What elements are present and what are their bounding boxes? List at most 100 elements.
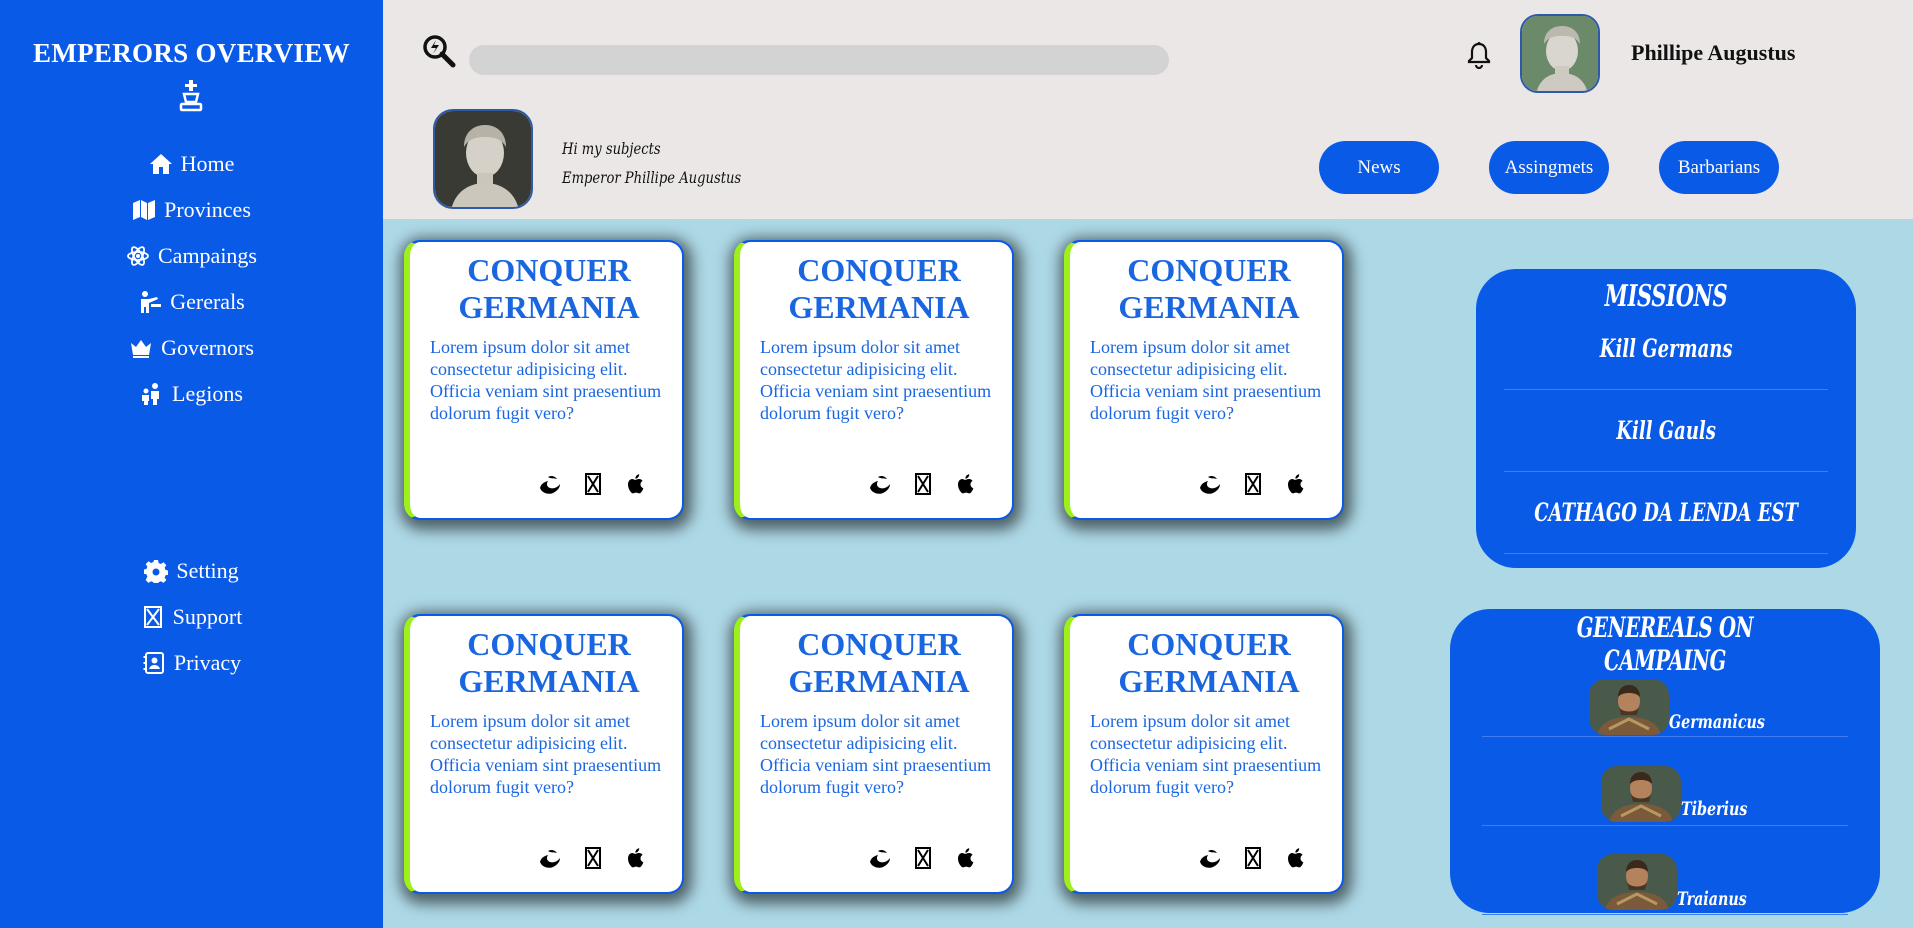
general-item[interactable]: Traianus — [1482, 826, 1848, 915]
sidebar-item-gererals[interactable]: Gererals — [0, 279, 383, 325]
edge-icon[interactable] — [1198, 472, 1222, 500]
card-title: CONQUER GERMANIA — [1118, 626, 1300, 699]
search-icon[interactable] — [422, 34, 456, 68]
missions-title: MISSIONS — [1604, 279, 1728, 314]
edge-icon[interactable] — [1198, 846, 1222, 874]
sidebar-item-provinces[interactable]: Provinces — [0, 187, 383, 233]
card-body: Lorem ipsum dolor sit amet consectetur a… — [1090, 711, 1322, 797]
card-body: Lorem ipsum dolor sit amet consectetur a… — [430, 337, 662, 423]
mission-card[interactable]: CONQUER GERMANIA Lorem ipsum dolor sit am… — [404, 614, 684, 894]
mission-item[interactable]: Kill Germans — [1504, 308, 1828, 390]
box-x-icon[interactable] — [581, 846, 605, 874]
card-actions — [868, 846, 978, 874]
app-title: EMPERORS OVERVIEW — [33, 38, 350, 68]
mission-label: CATHAGO DA LENDA EST — [1534, 498, 1798, 527]
mission-card[interactable]: CONQUER GERMANIA Lorem ipsum dolor sit am… — [1064, 240, 1344, 520]
apple-icon[interactable] — [1284, 472, 1308, 500]
general-photo — [1589, 679, 1669, 735]
box-x-icon[interactable] — [581, 472, 605, 500]
box-x-icon[interactable] — [1241, 846, 1265, 874]
sidebar-item-label: Provinces — [164, 197, 251, 222]
sidebar-item-label: Setting — [176, 558, 239, 583]
card-title: CONQUER GERMANIA — [788, 252, 970, 325]
card-title: CONQUER GERMANIA — [458, 252, 640, 325]
generals-panel: GENEREALS ON CAMPAING Germanicus Tiberiu… — [1450, 609, 1880, 915]
sidebar: EMPERORS OVERVIEW Home Provinces Campain… — [0, 0, 383, 928]
general-name: Germanicus — [1669, 711, 1765, 733]
welcome-message: Hi my subjects Emperor Phillipe Augustus — [562, 134, 741, 192]
person-chalkboard-icon — [141, 291, 162, 313]
people-group-icon — [142, 383, 160, 405]
crown-icon — [131, 340, 152, 358]
card-actions — [538, 472, 648, 500]
missions-list: Kill Germans Kill Gauls CATHAGO DA LENDA… — [1476, 308, 1856, 554]
support-box-icon — [143, 606, 162, 628]
apple-icon[interactable] — [954, 472, 978, 500]
box-x-icon[interactable] — [1241, 472, 1265, 500]
sidebar-item-governors[interactable]: Governors — [0, 325, 383, 371]
welcome-line: Hi my subjects — [562, 139, 661, 158]
generals-title: GENEREALS ON CAMPAING — [1576, 611, 1754, 677]
sidebar-item-privacy[interactable]: Privacy — [0, 640, 383, 686]
apple-icon[interactable] — [624, 472, 648, 500]
sidebar-item-label: Gererals — [170, 289, 245, 314]
sidebar-item-legions[interactable]: Legions — [0, 371, 383, 417]
map-icon — [133, 200, 156, 220]
emperor-portrait — [433, 109, 533, 209]
apple-icon[interactable] — [954, 846, 978, 874]
edge-icon[interactable] — [538, 472, 562, 500]
edge-icon[interactable] — [868, 846, 892, 874]
mission-card[interactable]: CONQUER GERMANIA Lorem ipsum dolor sit am… — [1064, 614, 1344, 894]
edge-icon[interactable] — [868, 472, 892, 500]
news-button[interactable]: News — [1319, 141, 1439, 194]
mission-label: Kill Gauls — [1616, 416, 1716, 445]
bell-icon[interactable] — [1466, 41, 1492, 69]
home-icon — [149, 154, 172, 174]
mission-item[interactable]: CATHAGO DA LENDA EST — [1504, 472, 1828, 554]
general-item[interactable]: Germanicus — [1482, 677, 1848, 737]
box-x-icon[interactable] — [911, 472, 935, 500]
box-x-icon[interactable] — [911, 846, 935, 874]
avatar[interactable] — [1520, 14, 1600, 93]
user-name[interactable]: Phillipe Augustus — [1631, 40, 1795, 66]
assignments-button[interactable]: Assingmets — [1489, 141, 1609, 194]
sidebar-item-label: Home — [180, 151, 235, 176]
card-body: Lorem ipsum dolor sit amet consectetur a… — [1090, 337, 1322, 423]
card-actions — [1198, 846, 1308, 874]
welcome-signature: Emperor Phillipe Augustus — [562, 168, 742, 187]
sidebar-item-label: Governors — [161, 335, 254, 360]
barbarians-button[interactable]: Barbarians — [1659, 141, 1779, 194]
mission-item[interactable]: Kill Gauls — [1504, 390, 1828, 472]
card-body: Lorem ipsum dolor sit amet consectetur a… — [430, 711, 662, 797]
general-item[interactable]: Tiberius — [1482, 737, 1848, 826]
general-name: Tiberius — [1681, 798, 1748, 820]
card-actions — [868, 472, 978, 500]
missions-panel: MISSIONS Kill Germans Kill Gauls CATHAGO… — [1476, 269, 1856, 568]
chess-king-icon — [179, 80, 203, 112]
sidebar-item-label: Campaings — [158, 243, 257, 268]
sidebar-item-campaings[interactable]: Campaings — [0, 233, 383, 279]
card-title: CONQUER GERMANIA — [458, 626, 640, 699]
atom-icon — [127, 246, 149, 266]
edge-icon[interactable] — [538, 846, 562, 874]
gear-icon — [144, 560, 169, 583]
card-title: CONQUER GERMANIA — [1118, 252, 1300, 325]
sidebar-item-label: Privacy — [173, 650, 242, 675]
contact-card-icon — [143, 652, 164, 674]
sidebar-item-support[interactable]: Support — [0, 594, 383, 640]
mission-card[interactable]: CONQUER GERMANIA Lorem ipsum dolor sit am… — [734, 240, 1014, 520]
card-actions — [1198, 472, 1308, 500]
mission-card[interactable]: CONQUER GERMANIA Lorem ipsum dolor sit am… — [404, 240, 684, 520]
card-body: Lorem ipsum dolor sit amet consectetur a… — [760, 711, 992, 797]
sidebar-item-home[interactable]: Home — [0, 141, 383, 187]
mission-card[interactable]: CONQUER GERMANIA Lorem ipsum dolor sit am… — [734, 614, 1014, 894]
main-nav: Home Provinces Campaings Gererals Govern… — [0, 141, 383, 417]
card-body: Lorem ipsum dolor sit amet consectetur a… — [760, 337, 992, 423]
search-input[interactable] — [469, 45, 1169, 75]
sidebar-item-setting[interactable]: Setting — [0, 548, 383, 594]
card-actions — [538, 846, 648, 874]
sidebar-item-label: Support — [172, 604, 243, 629]
apple-icon[interactable] — [1284, 846, 1308, 874]
apple-icon[interactable] — [624, 846, 648, 874]
card-title: CONQUER GERMANIA — [788, 626, 970, 699]
